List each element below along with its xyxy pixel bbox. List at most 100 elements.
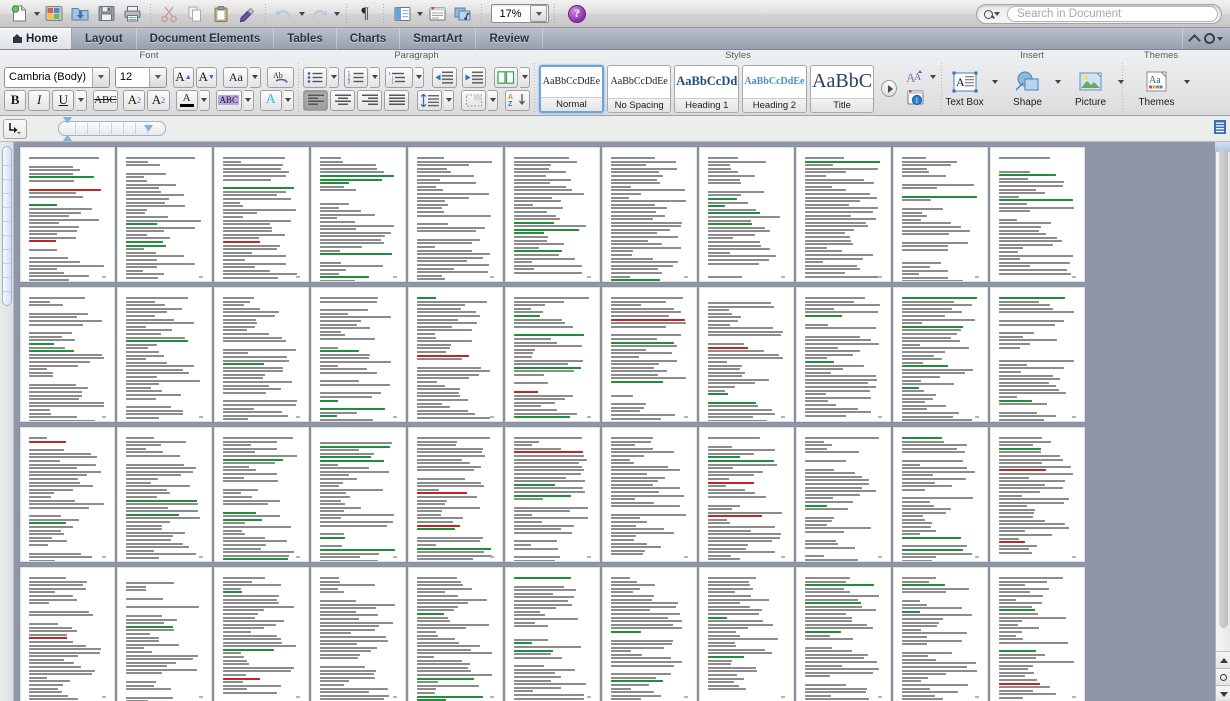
undo-button[interactable] [271,2,297,26]
highlight-button[interactable]: ABC [215,89,242,111]
vertical-scrollbar-thumb[interactable] [1219,148,1228,628]
notebook-view-button[interactable] [424,2,450,26]
page-thumbnail[interactable] [699,147,794,282]
change-case-arrow[interactable] [250,66,261,88]
page-thumbnail[interactable] [311,427,406,562]
increase-indent-button[interactable] [461,66,487,88]
page-thumbnail[interactable] [796,287,891,422]
line-spacing-button[interactable] [417,89,443,111]
style-no-spacing[interactable]: AaBbCcDdEe No Spacing [606,64,672,113]
page-thumbnail[interactable] [408,567,503,701]
page-thumbnail[interactable] [505,147,600,282]
clear-formatting-button[interactable]: Ab [267,66,294,88]
multilevel-list-arrow[interactable] [414,66,425,88]
grow-font-button[interactable]: A ▲ [172,66,195,88]
page-thumbnail[interactable] [20,427,115,562]
font-size-arrow[interactable] [148,67,166,87]
bulleted-list-arrow[interactable] [329,66,339,88]
tab-charts[interactable]: Charts [337,28,401,49]
select-browse-object-button[interactable] [1216,668,1230,685]
tab-home[interactable]: Home [0,28,72,49]
page-thumbnail[interactable] [214,287,309,422]
bulleted-list-button[interactable] [303,66,328,88]
themes-item[interactable]: Aa Themes [1131,69,1192,108]
page-thumbnail[interactable] [408,287,503,422]
page-thumbnail[interactable] [602,147,697,282]
format-painter-button[interactable] [234,2,260,26]
change-case-button[interactable]: Aa [223,66,249,88]
new-document-caret[interactable] [32,2,41,26]
cut-button[interactable] [156,2,182,26]
zoom-dropdown-arrow[interactable] [530,5,547,22]
tab-document-elements[interactable]: Document Elements [137,28,275,49]
tab-layout[interactable]: Layout [72,28,137,49]
save-button[interactable] [93,2,119,26]
show-marks-button[interactable]: ¶ [352,2,378,26]
previous-page-button[interactable] [1216,651,1230,668]
underline-arrow[interactable] [76,89,87,111]
text-box-caret[interactable] [991,80,1000,84]
print-button[interactable] [119,2,145,26]
page-thumbnail[interactable] [796,427,891,562]
redo-caret[interactable] [332,2,341,26]
numbered-list-button[interactable]: 123 [343,66,369,88]
sidebar-view-button[interactable] [389,2,415,26]
columns-button[interactable] [494,66,519,88]
shrink-font-button[interactable]: A ▼ [196,66,218,88]
manage-styles-button[interactable]: AA [906,69,937,85]
page-thumbnail[interactable] [893,567,988,701]
bold-button[interactable]: B [4,89,27,111]
columns-arrow[interactable] [520,66,530,88]
search-box[interactable]: Search in Document [976,4,1222,24]
page-thumbnail[interactable] [214,567,309,701]
open-button[interactable] [67,2,93,26]
page-thumbnail[interactable] [505,567,600,701]
vertical-ruler[interactable] [0,142,14,701]
text-box-item[interactable]: A Text Box [939,69,1000,108]
page-thumbnail[interactable] [990,147,1085,282]
first-line-indent-marker[interactable] [63,117,72,123]
open-gallery-button[interactable] [41,2,67,26]
undo-caret[interactable] [297,2,306,26]
page-thumbnail[interactable] [117,147,212,282]
tab-tables[interactable]: Tables [274,28,337,49]
text-effects-button[interactable]: A [259,89,282,111]
text-effects-arrow[interactable] [283,89,294,111]
borders-arrow[interactable] [488,89,498,111]
new-document-button[interactable] [6,2,32,26]
shape-caret[interactable] [1054,80,1063,84]
copy-button[interactable] [182,2,208,26]
page-thumbnail[interactable] [214,147,309,282]
shape-item[interactable]: Shape [1002,69,1063,108]
paste-button[interactable] [208,2,234,26]
picture-item[interactable]: Picture [1065,69,1126,108]
styles-pane-button[interactable]: 1 [906,89,937,109]
page-thumbnail[interactable] [990,567,1085,701]
ruler-end-icon[interactable] [1214,120,1226,137]
page-thumbnail[interactable] [893,287,988,422]
page-thumbnail[interactable] [796,147,891,282]
style-normal[interactable]: AaBbCcDdEe Normal [539,64,604,113]
tab-review[interactable]: Review [476,28,544,49]
justify-button[interactable] [384,89,410,111]
page-thumbnail[interactable] [214,427,309,562]
manage-styles-caret[interactable] [928,75,937,79]
page-thumbnail[interactable] [602,427,697,562]
page-thumbnail[interactable] [408,147,503,282]
align-right-button[interactable] [357,89,383,111]
gear-menu[interactable] [1204,33,1223,44]
page-thumbnail[interactable] [20,147,115,282]
zoom-control[interactable]: 17% [491,4,549,23]
vertical-ruler-thumb[interactable] [2,146,12,306]
page-thumbnail[interactable] [117,287,212,422]
page-thumbnail[interactable] [602,567,697,701]
page-thumbnail[interactable] [602,287,697,422]
media-browser-button[interactable] [450,2,476,26]
left-indent-marker[interactable] [63,135,72,141]
page-thumbnail[interactable] [699,567,794,701]
sort-button[interactable]: AZ [505,89,531,111]
page-thumbnail[interactable] [505,287,600,422]
style-heading-1[interactable]: AaBbCcDd Heading 1 [674,64,740,113]
italic-button[interactable]: I [28,89,51,111]
themes-caret[interactable] [1183,80,1192,84]
